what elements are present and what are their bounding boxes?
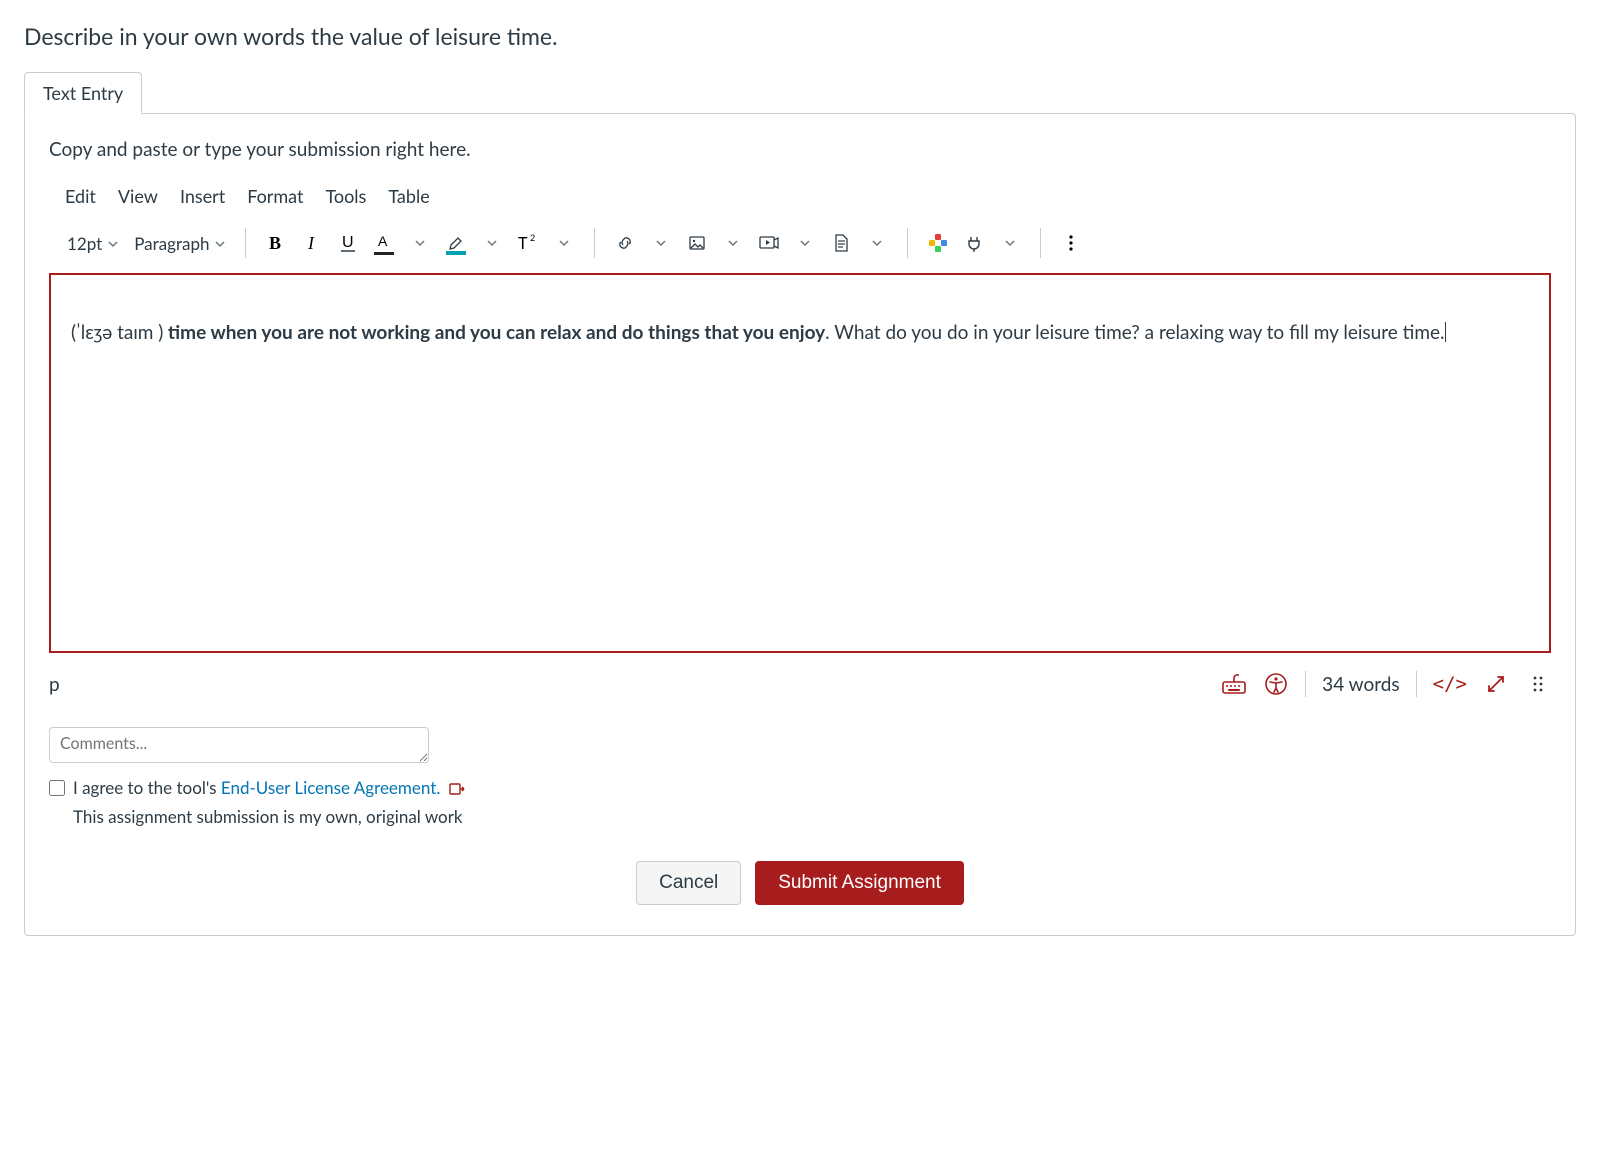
block-format-label: Paragraph	[134, 233, 209, 254]
word-count: 34 words	[1322, 673, 1400, 696]
plugin-button[interactable]	[956, 225, 992, 261]
html-view-toggle[interactable]: </>	[1433, 673, 1467, 695]
submission-instructions: Copy and paste or type your submission r…	[49, 138, 1551, 161]
document-button[interactable]	[823, 225, 859, 261]
document-dropdown[interactable]	[859, 225, 895, 261]
comments-field[interactable]	[49, 727, 429, 763]
menu-view[interactable]: View	[118, 185, 158, 207]
assignment-title: Describe in your own words the value of …	[24, 22, 1576, 50]
eula-row: I agree to the tool's End-User License A…	[49, 777, 1551, 800]
italic-button[interactable]: I	[294, 225, 330, 261]
plugin-dropdown[interactable]	[992, 225, 1028, 261]
font-size-select[interactable]: 12pt	[59, 225, 126, 261]
superscript-button[interactable]: T2	[510, 225, 546, 261]
apps-button[interactable]	[920, 225, 956, 261]
underline-button[interactable]: U	[330, 225, 366, 261]
element-path[interactable]: p	[49, 673, 60, 696]
svg-text:I: I	[307, 233, 315, 253]
editor-statusbar: p 34 words </>	[49, 671, 1551, 697]
plugin-icon	[964, 233, 984, 253]
editor-toolbar: 12pt Paragraph B I U A	[49, 221, 1551, 265]
editor-text: (ˈlɛʒə taɪm ) time when you are not work…	[71, 321, 1446, 344]
fullscreen-icon[interactable]	[1483, 671, 1509, 697]
block-format-select[interactable]: Paragraph	[126, 225, 233, 261]
eula-prefix: I agree to the tool's	[73, 777, 221, 798]
submit-button[interactable]: Submit Assignment	[755, 861, 964, 905]
submit-button-row: Cancel Submit Assignment	[49, 861, 1551, 905]
editor-menubar: Edit View Insert Format Tools Table	[49, 177, 1551, 221]
kebab-icon	[1061, 233, 1081, 253]
image-button[interactable]	[679, 225, 715, 261]
accessibility-icon[interactable]	[1263, 671, 1289, 697]
media-dropdown[interactable]	[787, 225, 823, 261]
drag-handle-icon[interactable]	[1525, 671, 1551, 697]
menu-tools[interactable]: Tools	[325, 185, 366, 207]
font-size-label: 12pt	[67, 233, 102, 254]
text-color-button[interactable]: A	[366, 225, 402, 261]
svg-text:U: U	[342, 234, 354, 251]
link-button[interactable]	[607, 225, 643, 261]
svg-text:2: 2	[530, 233, 535, 243]
text-color-dropdown[interactable]	[402, 225, 438, 261]
editor-textarea[interactable]: (ˈlɛʒə taɪm ) time when you are not work…	[49, 273, 1551, 653]
own-work-statement: This assignment submission is my own, or…	[73, 806, 1551, 827]
apps-icon	[929, 234, 947, 252]
keyboard-icon[interactable]	[1221, 671, 1247, 697]
bold-button[interactable]: B	[258, 225, 294, 261]
menu-table[interactable]: Table	[388, 185, 429, 207]
menu-insert[interactable]: Insert	[180, 185, 225, 207]
tab-strip: Text Entry	[24, 72, 1576, 114]
menu-format[interactable]: Format	[247, 185, 303, 207]
svg-text:T: T	[518, 234, 528, 253]
image-dropdown[interactable]	[715, 225, 751, 261]
tab-text-entry[interactable]: Text Entry	[24, 72, 142, 114]
external-link-icon	[449, 779, 465, 800]
more-toolbar-button[interactable]	[1053, 225, 1089, 261]
media-button[interactable]	[751, 225, 787, 261]
eula-link[interactable]: End-User License Agreement.	[221, 777, 440, 798]
highlight-dropdown[interactable]	[474, 225, 510, 261]
eula-checkbox[interactable]	[49, 780, 65, 796]
svg-text:A: A	[378, 233, 388, 249]
highlight-button[interactable]	[438, 225, 474, 261]
chevron-down-icon	[215, 234, 225, 253]
link-dropdown[interactable]	[643, 225, 679, 261]
menu-edit[interactable]: Edit	[65, 185, 96, 207]
cancel-button[interactable]: Cancel	[636, 861, 741, 905]
chevron-down-icon	[108, 234, 118, 253]
superscript-dropdown[interactable]	[546, 225, 582, 261]
svg-text:B: B	[269, 233, 281, 253]
submission-panel: Copy and paste or type your submission r…	[24, 113, 1576, 936]
